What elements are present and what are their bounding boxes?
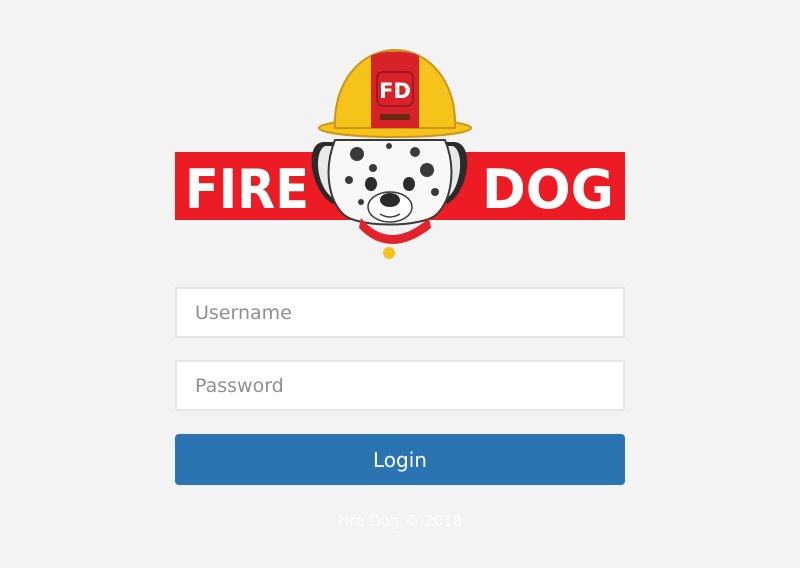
login-page: FIRE DOG FD Username Login Fire Dog © 20… <box>0 0 800 568</box>
fire-dog-logo: FIRE DOG FD <box>175 42 625 262</box>
username-input[interactable] <box>175 287 625 338</box>
logo-word-dog: DOG <box>482 158 614 221</box>
password-input[interactable] <box>175 360 625 411</box>
footer-copyright: Fire Dog © 2018 <box>337 512 463 530</box>
login-button[interactable]: Login <box>175 434 625 485</box>
fire-helmet-icon: FD <box>318 48 472 138</box>
helmet-badge: FD <box>379 79 411 103</box>
fire-dog-logo-graphic: FIRE DOG FD <box>175 48 625 259</box>
collar-tag <box>383 247 395 259</box>
logo-word-fire: FIRE <box>185 158 309 221</box>
